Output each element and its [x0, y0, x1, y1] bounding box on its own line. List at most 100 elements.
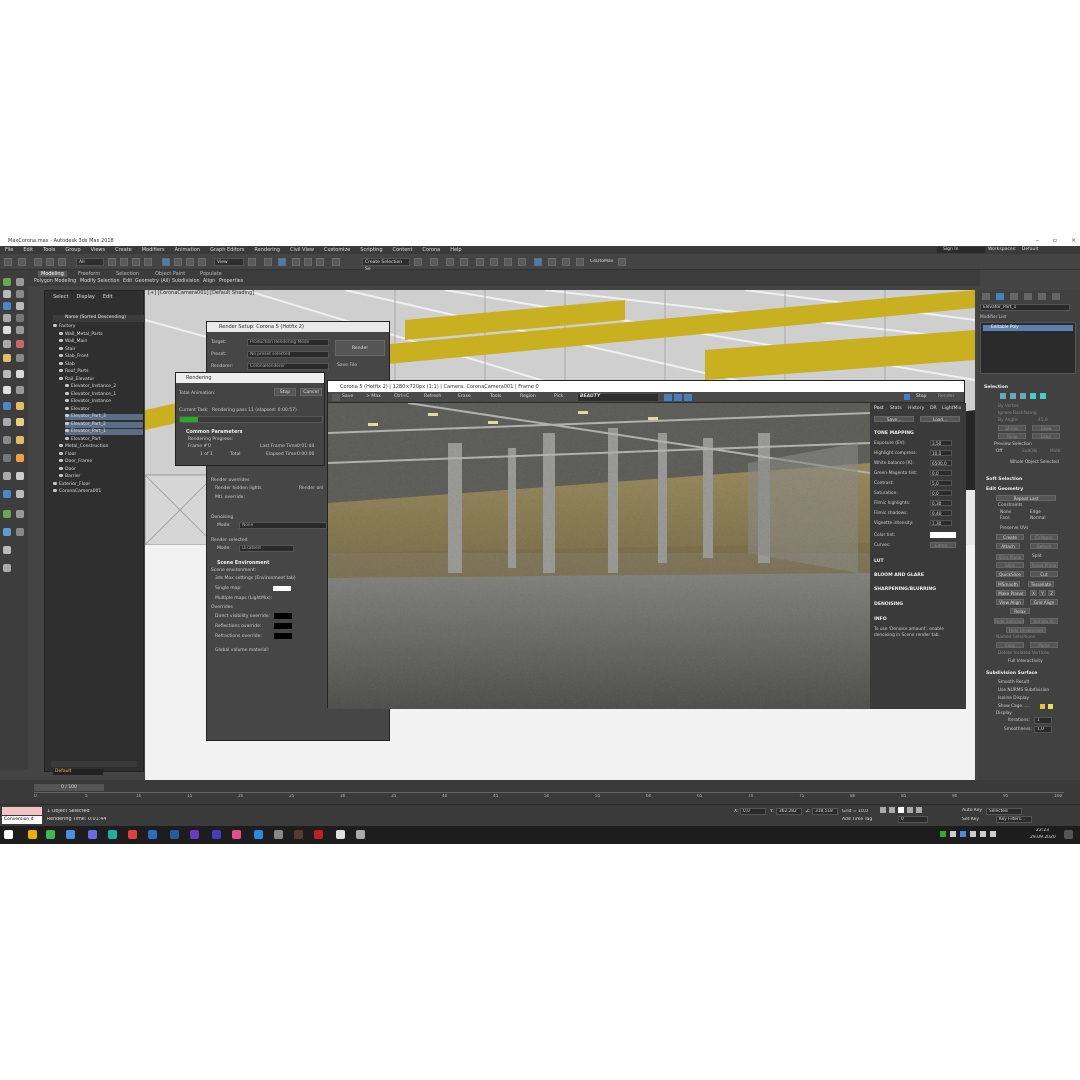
- cage-color-1-swatch[interactable]: [1040, 704, 1045, 709]
- corona-icon[interactable]: [314, 830, 323, 839]
- select-object-icon[interactable]: [108, 258, 116, 266]
- volume-icon[interactable]: [970, 831, 976, 837]
- tone-param-field[interactable]: 0,30: [930, 500, 952, 506]
- modify-tab-icon[interactable]: [996, 293, 1004, 300]
- current-frame-field[interactable]: 0: [898, 816, 928, 823]
- menu-animation[interactable]: Animation: [170, 247, 206, 253]
- app-icon[interactable]: [232, 830, 241, 839]
- menu-graph-editors[interactable]: Graph Editors: [205, 247, 249, 253]
- edit-named-sets-icon[interactable]: [332, 258, 340, 266]
- ignore-backfacing-checkbox[interactable]: Ignore Backfacing: [998, 411, 1037, 416]
- geometry-icon[interactable]: [3, 326, 11, 334]
- modifier-stack-item[interactable]: Editable Poly: [983, 325, 1073, 331]
- camera-icon[interactable]: [16, 302, 24, 310]
- frozen-icon[interactable]: [3, 370, 11, 378]
- spinner-snap-icon[interactable]: [316, 258, 324, 266]
- bone-icon[interactable]: [16, 326, 24, 334]
- denoising-mode-dropdown[interactable]: None: [239, 522, 327, 529]
- paste-button[interactable]: Paste: [1030, 642, 1058, 648]
- visibility-eye-icon[interactable]: [53, 481, 57, 485]
- loop-button[interactable]: Loop: [1032, 433, 1060, 439]
- smoothness-field[interactable]: 1,0: [1034, 726, 1052, 733]
- copy-button[interactable]: Copy: [996, 642, 1024, 648]
- planar-z-button[interactable]: Z: [1048, 590, 1055, 596]
- vfb-menu-icon[interactable]: [332, 394, 340, 401]
- grid-align-button[interactable]: Grid Align: [1030, 599, 1058, 605]
- soft-selection-header[interactable]: Soft Selection: [986, 477, 1022, 482]
- hierarchy-icon[interactable]: [16, 386, 24, 394]
- rotate-icon[interactable]: [174, 258, 182, 266]
- color-tint-swatch[interactable]: [930, 532, 956, 538]
- menu-customize[interactable]: Customize: [319, 247, 355, 253]
- visibility-eye-icon[interactable]: [59, 466, 63, 470]
- sharpening-header[interactable]: SHARPENING/BLURRING: [874, 587, 936, 592]
- ribbon-geometry[interactable]: Geometry (All): [135, 279, 170, 284]
- explorer-row[interactable]: Factory: [53, 324, 143, 330]
- isoline-display-checkbox[interactable]: Isoline Display: [998, 696, 1029, 701]
- tone-param-field[interactable]: 6500,0: [930, 460, 952, 466]
- ribbon-subdivision[interactable]: Subdivision: [172, 279, 200, 284]
- display-tab-icon[interactable]: [1038, 293, 1046, 300]
- vfb-region-button[interactable]: Region: [520, 394, 536, 399]
- create-tab-icon[interactable]: [982, 293, 990, 300]
- vfb-refresh-button[interactable]: Refresh: [424, 394, 441, 399]
- unhide-all-button[interactable]: Unhide All: [1030, 618, 1058, 624]
- hide-unselected-button[interactable]: Hide Unselected: [1006, 627, 1046, 633]
- explorer-row[interactable]: Elevator_Part_1: [65, 429, 143, 435]
- tray-icon-2[interactable]: [950, 831, 956, 837]
- manipulate-icon[interactable]: [264, 258, 272, 266]
- view-align-button[interactable]: View Align: [996, 599, 1024, 605]
- bind-space-warp-icon[interactable]: [58, 258, 66, 266]
- system-icon[interactable]: [3, 454, 11, 462]
- selection-filter-dropdown[interactable]: All: [76, 258, 104, 266]
- vfb-erase-button[interactable]: Erase: [458, 394, 471, 399]
- constraint-normal-radio[interactable]: Normal: [1030, 516, 1046, 521]
- utilities-icon[interactable]: [16, 510, 24, 518]
- menu-help[interactable]: Help: [445, 247, 466, 253]
- vfb-load-preset-button[interactable]: Load...: [920, 416, 960, 422]
- visibility-eye-icon[interactable]: [59, 451, 63, 455]
- key-filters-button[interactable]: Key Filters...: [996, 816, 1032, 823]
- explorer-row[interactable]: Stair: [59, 346, 143, 353]
- visibility-eye-icon[interactable]: [53, 489, 57, 492]
- menu-group[interactable]: Group: [60, 247, 85, 253]
- visibility-eye-icon[interactable]: [59, 331, 63, 335]
- next-frame-icon[interactable]: [907, 807, 913, 813]
- explorer-row[interactable]: Wall_Main: [59, 339, 143, 345]
- place-icon[interactable]: [198, 258, 206, 266]
- select-icon[interactable]: [16, 278, 24, 286]
- repeat-last-button[interactable]: Repeat Last: [996, 495, 1056, 501]
- move-icon[interactable]: [162, 258, 170, 266]
- grow-button[interactable]: Grow: [1032, 425, 1060, 431]
- visibility-eye-icon[interactable]: [65, 421, 69, 425]
- material-icon[interactable]: [16, 402, 24, 410]
- media-encoder-icon[interactable]: [212, 830, 221, 839]
- ribbon-tab-modeling[interactable]: Modeling: [38, 271, 67, 277]
- menu-rendering[interactable]: Rendering: [249, 247, 285, 253]
- ribbon-tab-object-paint[interactable]: Object Paint: [155, 271, 185, 277]
- refractions-swatch[interactable]: [274, 633, 292, 639]
- group-icon[interactable]: [16, 354, 24, 362]
- stop-button[interactable]: Stop: [274, 388, 296, 396]
- element-mode-icon[interactable]: [1040, 393, 1046, 399]
- full-interactivity-checkbox[interactable]: Full Interactivity: [1008, 659, 1043, 664]
- snap-toggle-icon[interactable]: [278, 258, 286, 266]
- vfb-zoom-out-icon[interactable]: [684, 394, 692, 401]
- preview-subobj-radio[interactable]: SubObj: [1022, 449, 1037, 454]
- sun-icon[interactable]: [3, 354, 11, 362]
- network-icon[interactable]: [148, 830, 157, 839]
- curve-editor-icon[interactable]: [490, 258, 498, 266]
- onedrive-icon[interactable]: [66, 830, 75, 839]
- shrink-button[interactable]: Shrink: [998, 425, 1026, 431]
- auto-key-button[interactable]: Auto Key: [962, 808, 982, 813]
- pin-icon[interactable]: [3, 528, 11, 536]
- space-warp-icon[interactable]: [3, 436, 11, 444]
- render-setup-icon[interactable]: [534, 258, 542, 266]
- slice-plane-button[interactable]: Slice Plane: [996, 554, 1024, 560]
- constraint-none-radio[interactable]: None: [1000, 510, 1011, 515]
- selection-rollout-header[interactable]: Selection: [984, 385, 1008, 390]
- explorer-row[interactable]: CoronaCamera001: [53, 489, 143, 495]
- reflections-override-checkbox[interactable]: Reflections override:: [215, 624, 261, 629]
- unlink-icon[interactable]: [46, 258, 54, 266]
- by-vertex-checkbox[interactable]: By Vertex: [998, 404, 1019, 409]
